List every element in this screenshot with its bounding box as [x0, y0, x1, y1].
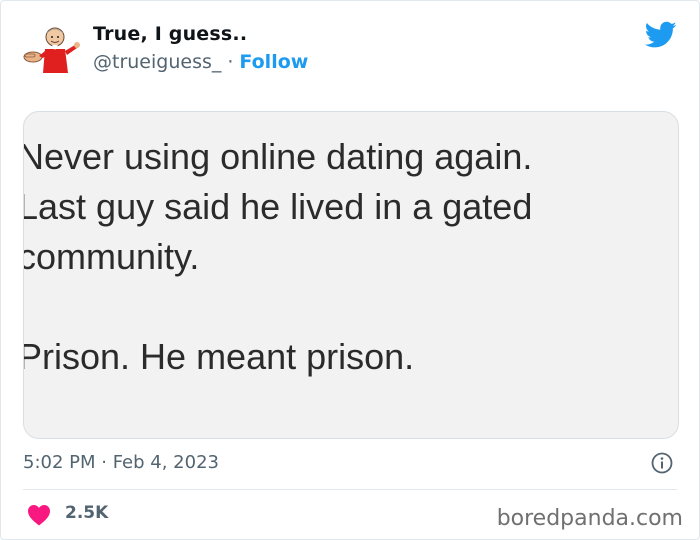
image-text-line: Never using online dating again.: [23, 136, 533, 177]
image-text-line: Last guy said he lived in a gated: [23, 186, 533, 227]
info-icon[interactable]: [651, 452, 673, 474]
tweet-card: True, I guess.. @trueiguess_ · Follow Neve…: [0, 0, 700, 540]
watermark: boredpanda.com: [496, 506, 683, 531]
avatar[interactable]: [23, 23, 83, 73]
divider: [23, 489, 677, 490]
author-handle[interactable]: @trueiguess_: [93, 51, 221, 73]
separator-dot: ·: [227, 51, 234, 73]
tweet-image-text: Never using online dating again. Last gu…: [23, 132, 678, 382]
tweet-timestamp[interactable]: 5:02 PM · Feb 4, 2023: [23, 452, 219, 473]
handle-row: @trueiguess_ · Follow: [93, 51, 308, 73]
twitter-bird-icon[interactable]: [645, 21, 677, 49]
like-count[interactable]: 2.5K: [65, 503, 108, 523]
image-text-line: Prison. He meant prison.: [23, 336, 415, 377]
heart-icon[interactable]: [27, 504, 51, 526]
image-text-line: community.: [23, 236, 200, 277]
display-name[interactable]: True, I guess..: [93, 23, 247, 45]
follow-button[interactable]: Follow: [239, 51, 308, 73]
tweet-image[interactable]: Never using online dating again. Last gu…: [23, 111, 679, 439]
